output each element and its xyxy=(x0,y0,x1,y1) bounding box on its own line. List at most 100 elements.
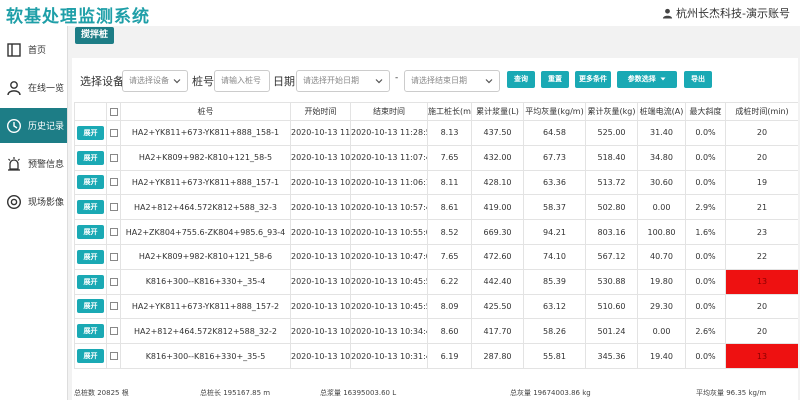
param-select-button[interactable]: 参数选择 xyxy=(617,71,677,88)
end-date-picker[interactable]: 请选择结束日期 xyxy=(404,70,500,92)
select-cell[interactable] xyxy=(106,268,121,295)
chevron-down-icon xyxy=(375,79,383,84)
device-select[interactable]: 请选择设备 xyxy=(122,70,188,92)
device-select-placeholder: 请选择设备 xyxy=(129,76,169,85)
expand-button[interactable]: 展开 xyxy=(77,150,104,165)
sidebar: 首页 在线一览 历史记录 预警信息 现场影像 xyxy=(0,26,68,400)
header-cell[interactable]: 桩号 xyxy=(120,102,291,121)
expand-button[interactable]: 展开 xyxy=(77,324,104,339)
slurry-total-cell: 442.40 xyxy=(471,268,524,295)
export-button[interactable]: 导出 xyxy=(684,71,712,88)
table-row: 展开 HA2+YK811+673-YK811+888_158-1 2020-10-1… xyxy=(74,120,798,146)
row-checkbox[interactable] xyxy=(109,153,118,162)
select-cell[interactable] xyxy=(106,219,121,245)
user-menu[interactable]: 杭州长杰科技-演示账号 xyxy=(662,5,790,21)
tab-mixing-pile[interactable]: 搅拌桩 xyxy=(75,27,115,44)
pile-duration-cell: 23 xyxy=(725,219,798,245)
expand-button[interactable]: 展开 xyxy=(77,274,104,289)
end-time-cell: 2020-10-13 11:06:15 xyxy=(350,169,428,196)
sidebar-item-home[interactable]: 首页 xyxy=(0,32,67,67)
expand-button[interactable]: 展开 xyxy=(77,125,104,140)
header-cell[interactable]: 开始时间 xyxy=(290,102,351,121)
select-cell[interactable] xyxy=(106,343,121,369)
sidebar-item-history[interactable]: 历史记录 xyxy=(0,108,67,143)
end-time-cell: 2020-10-13 10:55:02 xyxy=(350,219,428,245)
row-checkbox[interactable] xyxy=(109,327,118,336)
header-cell[interactable]: 施工桩长(m) xyxy=(427,102,472,121)
row-checkbox[interactable] xyxy=(109,352,118,361)
select-cell[interactable] xyxy=(106,169,121,196)
pile-number-cell: HA2+K809+982-K810+121_58-6 xyxy=(120,243,291,270)
expand-button[interactable]: 展开 xyxy=(77,249,104,264)
header-cell[interactable]: 累计灰量(kg) xyxy=(585,102,638,121)
expand-cell: 展开 xyxy=(74,318,107,345)
row-checkbox[interactable] xyxy=(109,228,118,237)
select-cell[interactable] xyxy=(106,194,121,221)
pile-input[interactable]: 请输入桩号 xyxy=(214,70,270,92)
expand-button[interactable]: 展开 xyxy=(77,299,104,314)
pile-input-placeholder: 请输入桩号 xyxy=(221,76,261,85)
expand-button[interactable]: 展开 xyxy=(77,225,104,240)
select-all-checkbox[interactable] xyxy=(109,107,118,116)
header-cell-select-all[interactable] xyxy=(106,102,121,121)
table-header-row: 桩号 开始时间 结束时间 施工桩长(m) 累计浆量(L) 平均灰量(kg/m) … xyxy=(74,102,798,121)
ash-total-cell: 803.16 xyxy=(585,219,638,245)
user-name: 杭州长杰科技-演示账号 xyxy=(676,7,790,20)
sidebar-item-label: 预警信息 xyxy=(28,160,65,170)
query-button[interactable]: 查询 xyxy=(507,71,535,88)
select-cell[interactable] xyxy=(106,120,121,146)
tab-strip: 搅拌桩 xyxy=(72,26,798,44)
ash-total-cell: 513.72 xyxy=(585,169,638,196)
select-cell[interactable] xyxy=(106,293,121,320)
avg-ash-cell: 67.73 xyxy=(523,144,586,171)
row-checkbox[interactable] xyxy=(109,128,118,137)
ash-total-cell: 502.80 xyxy=(585,194,638,221)
pile-duration-cell: 20 xyxy=(725,293,798,320)
header-cell[interactable]: 最大斜度 xyxy=(685,102,726,121)
row-checkbox[interactable] xyxy=(109,178,118,187)
sidebar-item-online[interactable]: 在线一览 xyxy=(0,70,67,105)
select-cell[interactable] xyxy=(106,243,121,270)
header-cell[interactable]: 成桩时间(min) xyxy=(725,102,798,121)
end-time-cell: 2020-10-13 10:45:58 xyxy=(350,293,428,320)
total-ash: 总灰量 19674003.86 kg xyxy=(510,389,591,397)
main-content: 搅拌桩 选择设备 请选择设备 桩号 请输入桩号 日期 请选择开始日期 - 请选择… xyxy=(72,26,798,400)
header-cell[interactable]: 累计浆量(L) xyxy=(471,102,524,121)
start-time-cell: 2020-10-13 10:31:21 xyxy=(290,219,351,245)
pile-label: 桩号 xyxy=(192,75,214,88)
max-slope-cell: 0.0% xyxy=(685,243,726,270)
pile-duration-cell: 20 xyxy=(725,318,798,345)
header-cell[interactable]: 桩端电流(A) xyxy=(637,102,686,121)
row-checkbox[interactable] xyxy=(109,252,118,261)
row-checkbox[interactable] xyxy=(109,302,118,311)
start-time-cell: 2020-10-13 10:46:43 xyxy=(290,169,351,196)
select-cell[interactable] xyxy=(106,144,121,171)
total-length: 总桩长 195167.85 m xyxy=(200,389,271,397)
sidebar-item-label: 现场影像 xyxy=(28,198,65,208)
expand-cell: 展开 xyxy=(74,343,107,369)
ash-total-cell: 345.36 xyxy=(585,343,638,369)
row-checkbox[interactable] xyxy=(109,203,118,212)
sidebar-item-alerts[interactable]: 预警信息 xyxy=(0,146,67,181)
expand-button[interactable]: 展开 xyxy=(77,349,104,364)
total-piles: 总桩数 20825 根 xyxy=(74,389,129,397)
start-date-picker[interactable]: 请选择开始日期 xyxy=(296,70,390,92)
expand-button[interactable]: 展开 xyxy=(77,175,104,190)
alarm-icon xyxy=(8,156,20,171)
header-cell[interactable]: 结束时间 xyxy=(350,102,428,121)
tip-current-cell: 100.80 xyxy=(637,219,686,245)
end-time-cell: 2020-10-13 11:28:57 xyxy=(350,120,428,146)
slurry-total-cell: 437.50 xyxy=(471,120,524,146)
ash-total-cell: 530.88 xyxy=(585,268,638,295)
row-checkbox[interactable] xyxy=(109,277,118,286)
end-time-cell: 2020-10-13 10:45:52 xyxy=(350,268,428,295)
header-cell[interactable]: 平均灰量(kg/m) xyxy=(523,102,586,121)
sidebar-item-label: 在线一览 xyxy=(28,84,65,94)
reset-button[interactable]: 重置 xyxy=(541,71,569,88)
select-cell[interactable] xyxy=(106,318,121,345)
more-conditions-button[interactable]: 更多条件 xyxy=(575,71,611,88)
sidebar-item-images[interactable]: 现场影像 xyxy=(0,184,67,219)
filter-bar: 选择设备 请选择设备 桩号 请输入桩号 日期 请选择开始日期 - 请选择结束日期… xyxy=(72,68,798,94)
content-panel: 选择设备 请选择设备 桩号 请输入桩号 日期 请选择开始日期 - 请选择结束日期… xyxy=(72,58,798,400)
expand-button[interactable]: 展开 xyxy=(77,200,104,215)
